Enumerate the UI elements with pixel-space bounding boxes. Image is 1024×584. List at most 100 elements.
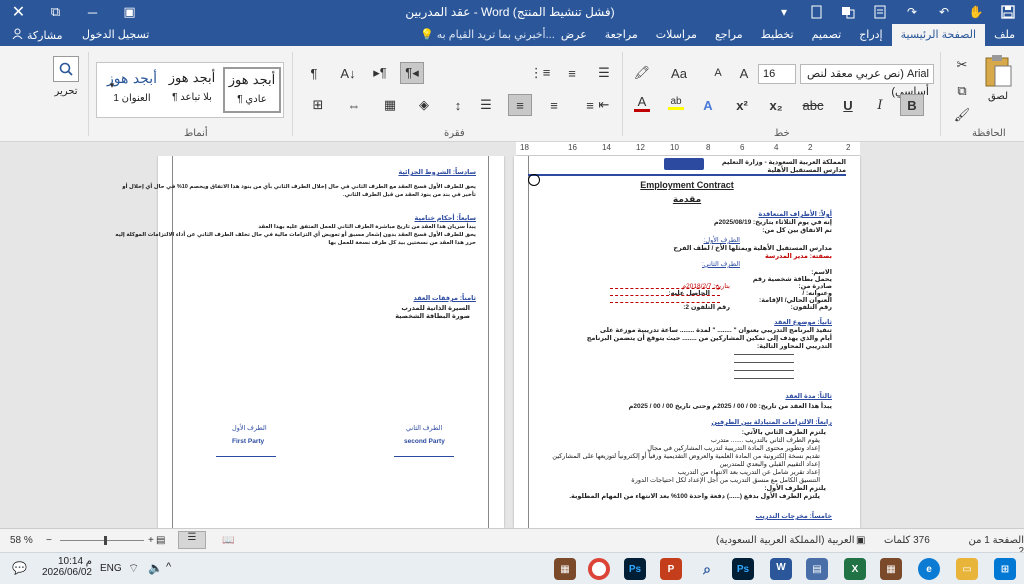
zoom-level[interactable]: 58 % (10, 535, 33, 546)
restore-button[interactable]: ⧉ (37, 0, 74, 24)
font-name-select[interactable]: Arial (نص عربي معقد لنص أساسي) (800, 64, 934, 98)
app-icon-taskbar-1[interactable]: ▦ (554, 558, 576, 580)
format-painter-icon[interactable]: 🖌 (950, 104, 974, 126)
line-spacing-icon[interactable]: ↕ (446, 94, 470, 116)
shrink-font-button[interactable]: A (706, 62, 730, 84)
input-language[interactable]: ENG (100, 563, 122, 574)
file-explorer-icon[interactable]: ▭ (956, 558, 978, 580)
tray-overflow-icon[interactable]: ^ (166, 561, 171, 573)
copy-icon[interactable]: ⧉ (950, 80, 974, 102)
strikethrough-button[interactable]: abc (798, 94, 828, 116)
save-icon[interactable] (992, 0, 1024, 24)
notification-icon[interactable]: 💬 (12, 561, 27, 575)
undo-icon[interactable]: ↶ (928, 0, 960, 24)
styles-more-icon[interactable]: ▾ (100, 74, 124, 96)
clear-formatting-icon[interactable]: 🖍 (630, 62, 654, 84)
horizontal-ruler[interactable]: 18 16 14 12 10 8 6 4 2 2 (516, 142, 860, 156)
show-marks-icon[interactable]: ¶ (302, 62, 326, 84)
tab-file[interactable]: ملف (985, 24, 1024, 46)
minimize-button[interactable]: ─ (74, 0, 111, 24)
customize-qat-icon[interactable]: ▾ (768, 0, 800, 24)
tab-layout[interactable]: تخطيط (752, 24, 803, 46)
edge-icon[interactable]: e (918, 558, 940, 580)
doc-icon[interactable] (800, 0, 832, 24)
search-app-icon[interactable]: ⌕ (696, 558, 718, 580)
font-color-button[interactable]: A (630, 92, 654, 114)
proofing-icon[interactable]: ▣ (856, 535, 865, 546)
change-case-button[interactable]: Aa (664, 62, 694, 84)
page-2[interactable]: سادساً: الشروط الجزائية يحق للطرف الأول … (115, 156, 504, 528)
tab-design[interactable]: تصميم (803, 24, 851, 46)
ribbon-display-options-button[interactable]: ▣ (111, 0, 148, 24)
subscript-button[interactable]: x₂ (764, 94, 788, 116)
page-1[interactable]: المملكة العربية السعودية - وزارة التعليم… (514, 156, 860, 528)
superscript-button[interactable]: x² (730, 94, 754, 116)
photoshop-icon-2[interactable]: Ps (732, 558, 754, 580)
share-button[interactable]: مشاركة (6, 26, 69, 44)
bullets-icon[interactable]: ☰ (592, 62, 616, 84)
numbering-icon[interactable]: ≡ (560, 62, 584, 84)
tab-review[interactable]: مراجعة (596, 24, 647, 46)
wifi-icon[interactable]: ⌔ (128, 561, 139, 576)
translate-icon[interactable] (832, 0, 864, 24)
shading-icon[interactable]: ◈ (412, 94, 436, 116)
style-no-spacing[interactable]: أبجد هوز ¶ بلا تباعد (163, 67, 221, 113)
zoom-slider-thumb[interactable] (104, 536, 107, 545)
rtl-direction-icon[interactable]: ¶◂ (400, 62, 424, 84)
tab-references[interactable]: مراجع (706, 24, 752, 46)
web-layout-icon[interactable]: ▤ (156, 535, 165, 546)
excel-icon[interactable]: X (844, 558, 866, 580)
sort-icon[interactable]: A↓ (336, 62, 360, 84)
chrome-icon[interactable] (588, 558, 610, 580)
multilevel-list-icon[interactable]: ⋮≡ (528, 62, 552, 84)
align-center-icon[interactable]: ≡ (542, 94, 566, 116)
arabic-doc-icon[interactable] (864, 0, 896, 24)
language-status[interactable]: العربية (المملكة العربية السعودية) (716, 535, 855, 546)
zoom-slider[interactable] (60, 536, 144, 545)
align-right-icon[interactable]: ≡ (578, 94, 602, 116)
print-layout-icon[interactable]: ☰ (178, 531, 206, 549)
ltr-direction-icon[interactable]: ▸¶ (368, 62, 392, 84)
distribute-icon[interactable]: ⊞ (306, 94, 330, 116)
clock[interactable]: 10:14 م 2026/06/02 (40, 556, 92, 578)
tab-insert[interactable]: إدراج (850, 24, 891, 46)
document-area[interactable]: المملكة العربية السعودية - وزارة التعليم… (0, 156, 1024, 528)
app-icon-taskbar-2[interactable]: ▤ (806, 558, 828, 580)
section-3-heading: ثالثاً: مدة العقد (785, 393, 832, 400)
style-normal[interactable]: أبجد هوز ¶ عادي (223, 67, 281, 113)
align-left-icon[interactable]: ≡ (508, 94, 532, 116)
close-button[interactable]: ✕ (0, 0, 37, 24)
tell-me-search[interactable]: 💡 أخبرني بما تريد القيام به... (420, 28, 555, 41)
tab-view[interactable]: عرض (552, 24, 596, 46)
powerpoint-icon[interactable]: P (660, 558, 682, 580)
grow-font-button[interactable]: A (732, 62, 756, 84)
sign-in-link[interactable]: تسجيل الدخول (82, 28, 149, 41)
zoom-in-button[interactable]: + (148, 535, 154, 546)
touch-mode-icon[interactable]: ✋ (960, 0, 992, 24)
column-spacing-icon[interactable]: ⇔ (342, 94, 366, 116)
word-count[interactable]: 376 كلمات (884, 535, 930, 546)
highlight-button[interactable]: ab (664, 92, 688, 114)
tab-mailings[interactable]: مراسلات (647, 24, 706, 46)
s3-line-1: يبدأ هذا العقد من تاريخ: 00 / 00 / 2025م… (628, 403, 832, 410)
word-icon[interactable]: W (770, 558, 792, 580)
borders-icon[interactable]: ▦ (378, 94, 402, 116)
volume-icon[interactable]: 🔈 (148, 561, 163, 575)
justify-icon[interactable]: ☰ (474, 94, 498, 116)
attachment-item: صورة البطاقة الشخصية (395, 313, 470, 320)
read-mode-icon[interactable]: 📖 (222, 535, 234, 546)
underline-button[interactable]: U (836, 94, 860, 116)
zoom-out-button[interactable]: − (46, 535, 52, 546)
cut-icon[interactable]: ✂ (950, 54, 974, 76)
text-effects-button[interactable]: A (696, 94, 720, 116)
editing-button[interactable]: تحرير (50, 56, 82, 97)
photoshop-icon[interactable]: Ps (624, 558, 646, 580)
tab-home[interactable]: الصفحة الرئيسية (891, 24, 986, 46)
font-size-select[interactable]: 16 (758, 64, 796, 84)
windows-start-icon[interactable]: ⊞ (994, 558, 1016, 580)
bold-button[interactable]: B (900, 94, 924, 116)
italic-button[interactable]: I (868, 94, 892, 116)
redo-icon[interactable]: ↷ (896, 0, 928, 24)
app-icon-taskbar-3[interactable]: ▦ (880, 558, 902, 580)
paste-button[interactable]: لصق (980, 54, 1016, 114)
